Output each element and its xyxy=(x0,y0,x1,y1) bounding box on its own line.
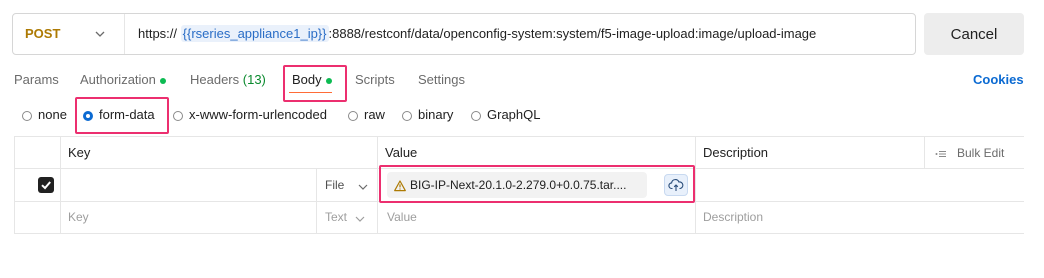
radio-label: binary xyxy=(418,107,454,122)
bulk-edit-label: Bulk Edit xyxy=(957,146,1005,160)
tab-label: Scripts xyxy=(355,72,395,87)
tab-count: (13) xyxy=(242,72,266,87)
status-dot xyxy=(159,77,166,84)
table-border xyxy=(14,136,15,234)
url-input[interactable]: https:// {{rseries_appliance1_ip}}:8888/… xyxy=(138,14,816,54)
table-border xyxy=(695,136,696,234)
table-border xyxy=(316,169,317,234)
method-select[interactable]: POST xyxy=(25,14,60,54)
table-border xyxy=(14,233,1024,234)
tab-label: Settings xyxy=(418,72,465,87)
new-key-type-select[interactable]: Text xyxy=(325,209,365,225)
url-prefix: https:// xyxy=(138,26,178,41)
bulk-edit-icon xyxy=(935,146,947,162)
table-border xyxy=(377,136,378,234)
cookies-link[interactable]: Cookies xyxy=(973,71,1024,89)
radio-circle xyxy=(348,111,358,121)
tab-headers[interactable]: Headers (13) xyxy=(190,71,266,89)
tab-authorization[interactable]: Authorization xyxy=(80,71,166,89)
table-border xyxy=(14,136,1024,137)
tab-scripts[interactable]: Scripts xyxy=(355,71,395,89)
divider xyxy=(124,14,125,54)
radio-label: x-www-form-urlencoded xyxy=(189,107,327,122)
column-header-key: Key xyxy=(68,145,91,160)
tab-label: Params xyxy=(14,72,59,87)
new-key-input[interactable]: Key xyxy=(68,209,89,225)
radio-circle xyxy=(22,111,32,121)
tab-params[interactable]: Params xyxy=(14,71,59,89)
key-type-select[interactable]: File xyxy=(325,177,368,193)
table-border xyxy=(924,136,925,169)
tab-settings[interactable]: Settings xyxy=(418,71,465,89)
column-header-description: Description xyxy=(703,145,769,160)
tab-label: Headers xyxy=(190,72,240,87)
url-suffix: :8888/restconf/data/openconfig-system:sy… xyxy=(328,26,817,41)
url-variable[interactable]: {{rseries_appliance1_ip}} xyxy=(180,25,329,42)
highlight-box xyxy=(379,165,695,203)
tab-label: Authorization xyxy=(80,72,156,87)
cancel-button[interactable]: Cancel xyxy=(924,13,1024,55)
chevron-down-icon xyxy=(355,210,365,226)
radio-graphql[interactable]: GraphQL xyxy=(471,106,540,124)
bulk-edit-button[interactable]: Bulk Edit xyxy=(935,145,1004,161)
radio-label: raw xyxy=(364,107,385,122)
radio-circle xyxy=(173,111,183,121)
new-value-input[interactable]: Value xyxy=(387,209,417,225)
new-description-input[interactable]: Description xyxy=(703,209,763,225)
radio-circle xyxy=(402,111,412,121)
table-border xyxy=(60,136,61,234)
radio-binary[interactable]: binary xyxy=(402,106,453,124)
type-label: File xyxy=(325,178,345,192)
radio-none[interactable]: none xyxy=(22,106,67,124)
chevron-down-icon xyxy=(358,178,368,194)
column-header-value: Value xyxy=(385,145,418,160)
row-checkbox[interactable] xyxy=(38,177,54,193)
radio-label: none xyxy=(38,107,67,122)
radio-x-www-form-urlencoded[interactable]: x-www-form-urlencoded xyxy=(173,106,327,124)
request-bar: POST https:// {{rseries_appliance1_ip}}:… xyxy=(12,13,916,55)
radio-circle xyxy=(471,111,481,121)
type-label: Text xyxy=(325,210,348,224)
highlight-box xyxy=(283,65,347,102)
radio-label: GraphQL xyxy=(487,107,541,122)
highlight-box xyxy=(75,97,169,134)
radio-raw[interactable]: raw xyxy=(348,106,385,124)
chevron-down-icon[interactable] xyxy=(95,14,105,54)
